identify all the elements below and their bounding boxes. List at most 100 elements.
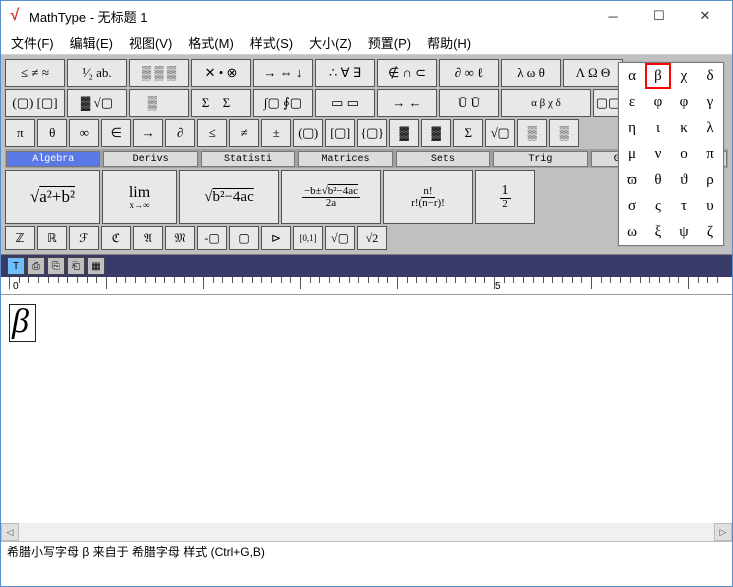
slot2[interactable]: ▓ [421,119,451,147]
sum-template[interactable]: Σ [453,119,483,147]
sqrt2[interactable]: √2 [357,226,387,250]
mini-btn-5[interactable]: ▦ [87,257,105,275]
slot1[interactable]: ▓ [389,119,419,147]
greek-lowercase-cell[interactable]: λ ω θ [501,59,561,87]
prod-set-cell[interactable]: Ū Ū [439,89,499,117]
element-symbol[interactable]: ∈ [101,119,131,147]
partial-symbol[interactable]: ∂ [165,119,195,147]
greek-α[interactable]: α [619,63,645,89]
greek-ε[interactable]: ε [619,89,645,115]
greek-λ[interactable]: λ [697,115,723,141]
expr-disc[interactable]: √b²−4ac [179,170,279,224]
greek-ν[interactable]: ν [645,141,671,167]
greek-ι[interactable]: ι [645,115,671,141]
logic-cell[interactable]: ∴ ∀ ∃ [315,59,375,87]
summation-cell[interactable]: Σ⃞ Σ⃞ [191,89,251,117]
fences-cell[interactable]: (▢) [▢] [5,89,65,117]
frak-F[interactable]: ℱ [69,226,99,250]
greek-ξ[interactable]: ξ [645,219,671,245]
le-symbol[interactable]: ≤ [197,119,227,147]
greek-τ[interactable]: τ [671,193,697,219]
greek-uppercase-cell[interactable]: Λ Ω Θ [563,59,623,87]
menu-view[interactable]: 视图(V) [123,31,178,54]
greek-ζ[interactable]: ζ [697,219,723,245]
brace-template[interactable]: {▢} [357,119,387,147]
expr-sqrt-a2b2[interactable]: √a²+b² [5,170,100,224]
mini-btn-2[interactable]: ⎙ [27,257,45,275]
tab-statisti[interactable]: Statisti [201,151,295,167]
tab-derivs[interactable]: Derivs [103,151,197,167]
tab-algebra[interactable]: Algebra [6,151,100,167]
bb-Z[interactable]: ℤ [5,226,35,250]
neq-symbol[interactable]: ≠ [229,119,259,147]
paren-template[interactable]: (▢) [293,119,323,147]
arrow-symbol[interactable]: → [133,119,163,147]
infinity-symbol[interactable]: ∞ [69,119,99,147]
menu-help[interactable]: 帮助(H) [421,31,477,54]
box1[interactable]: ▢ [229,226,259,250]
embellish-cell[interactable]: ▒ ▒ ▒ [129,59,189,87]
spacing-cell[interactable]: ¹⁄₂ ab. [67,59,127,87]
equation-editor[interactable]: β [1,295,732,523]
bracket-template[interactable]: [▢] [325,119,355,147]
sub-sup-cell[interactable]: ▒ ⃞ [129,89,189,117]
mini-btn-4[interactable]: ⎗ [67,257,85,275]
expr-quadratic[interactable]: −b±√b²−4ac2a [281,170,381,224]
frac-radical-cell[interactable]: ▓ √▢ [67,89,127,117]
underover-cell[interactable]: ▭ ▭ [315,89,375,117]
minimize-button[interactable]: ─ [590,2,636,30]
interval[interactable]: [0,1] [293,226,323,250]
label-arrows-cell[interactable]: → ← [377,89,437,117]
slot4[interactable]: ▒ [549,119,579,147]
matrix-templates-cell[interactable]: α β χ δ [501,89,591,117]
misc-cell[interactable]: ∂ ∞ ℓ [439,59,499,87]
greek-υ[interactable]: υ [697,193,723,219]
slot3[interactable]: ▒ [517,119,547,147]
scroll-left-icon[interactable]: ◁ [1,523,19,541]
greek-σ[interactable]: σ [619,193,645,219]
pm-symbol[interactable]: ± [261,119,291,147]
greek-χ[interactable]: χ [671,63,697,89]
menu-style[interactable]: 样式(S) [244,31,299,54]
greek-κ[interactable]: κ [671,115,697,141]
bb-R[interactable]: ℝ [37,226,67,250]
frak-C[interactable]: ℭ [101,226,131,250]
frak-A[interactable]: 𝔄 [133,226,163,250]
greek-φ[interactable]: φ [645,89,671,115]
mini-btn-3[interactable]: ⎘ [47,257,65,275]
neg-box[interactable]: -▢ [197,226,227,250]
greek-ω[interactable]: ω [619,219,645,245]
relations-cell[interactable]: ≤ ≠ ≈ [5,59,65,87]
greek-ρ[interactable]: ρ [697,167,723,193]
expr-lim[interactable]: limx→∞ [102,170,177,224]
tab-sets[interactable]: Sets [396,151,490,167]
sqrt-box[interactable]: √▢ [325,226,355,250]
greek-β[interactable]: β [645,63,671,89]
frak-M[interactable]: 𝔐 [165,226,195,250]
greek-φ[interactable]: φ [671,89,697,115]
menu-size[interactable]: 大小(Z) [303,31,358,54]
menu-edit[interactable]: 编辑(E) [64,31,119,54]
expr-half[interactable]: 12 [475,170,535,224]
set-cell[interactable]: ∉ ∩ ⊂ [377,59,437,87]
expr-comb[interactable]: n!r!(n−r)! [383,170,473,224]
menu-format[interactable]: 格式(M) [182,31,240,54]
menu-prefs[interactable]: 预置(P) [362,31,417,54]
theta-symbol[interactable]: θ [37,119,67,147]
tab-trig[interactable]: Trig [493,151,587,167]
horizontal-scrollbar[interactable]: ◁ ▷ [1,523,732,541]
integral-cell[interactable]: ∫▢ ∮▢ [253,89,313,117]
greek-π[interactable]: π [697,141,723,167]
mini-btn-1[interactable]: T [7,257,25,275]
greek-θ[interactable]: θ [645,167,671,193]
operators-cell[interactable]: ✕ • ⊗ [191,59,251,87]
greek-ο[interactable]: ο [671,141,697,167]
greek-δ[interactable]: δ [697,63,723,89]
greek-γ[interactable]: γ [697,89,723,115]
arrows-cell[interactable]: → ⇔ ↓ [253,59,313,87]
sqrt-template[interactable]: √▢ [485,119,515,147]
tab-matrices[interactable]: Matrices [298,151,392,167]
greek-μ[interactable]: μ [619,141,645,167]
pi-symbol[interactable]: π [5,119,35,147]
close-button[interactable]: ✕ [682,2,728,30]
